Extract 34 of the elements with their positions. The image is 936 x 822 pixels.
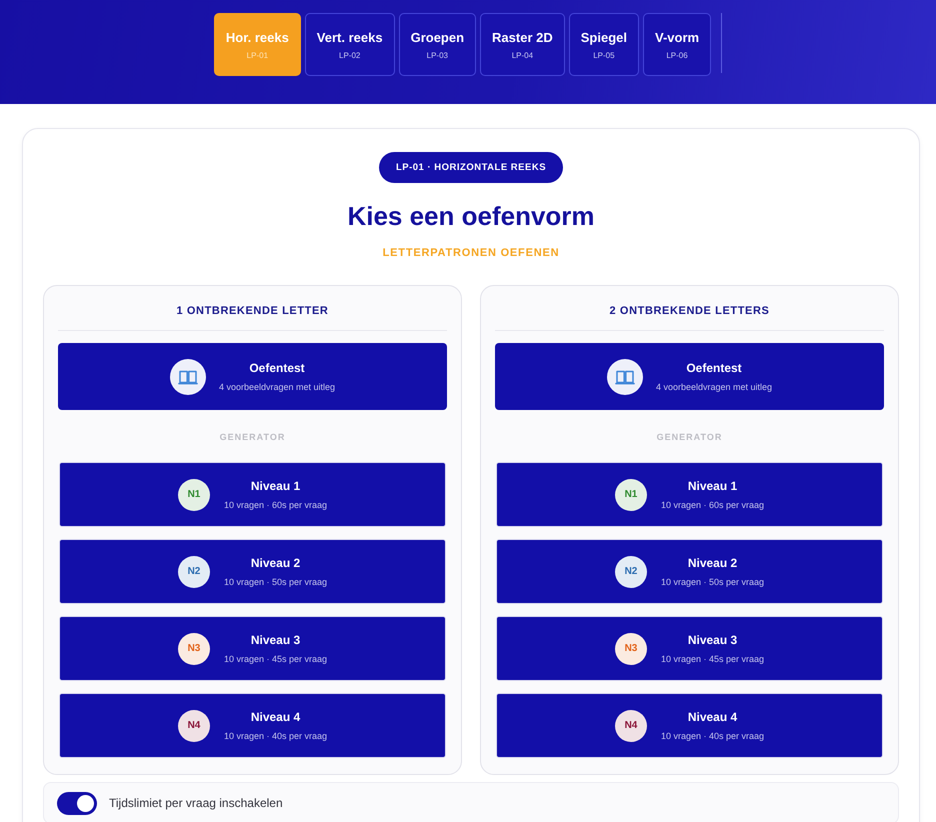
level-badge: N4 (178, 710, 210, 742)
tab[interactable]: Spiegel LP-05 (568, 13, 639, 76)
level-button[interactable]: N2 Niveau 2 10 vragen · 50s per vraag (59, 539, 446, 604)
tab[interactable]: Raster 2D LP-04 (480, 13, 565, 76)
practice-test-button[interactable]: Oefentest 4 voorbeeldvragen met uitleg (58, 343, 447, 410)
page-title: Kies een oefenvorm (347, 200, 595, 232)
level-badge: N1 (614, 478, 647, 510)
tab[interactable]: Groepen LP-03 (398, 13, 476, 76)
level-button[interactable]: N3 Niveau 3 10 vragen · 45s per vraag (59, 616, 446, 681)
level-button[interactable]: N3 Niveau 3 10 vragen · 45s per vraag (496, 616, 883, 681)
toggle-label: Tijdslimiet per vraag inschakelen (109, 796, 283, 810)
book-icon (606, 358, 643, 394)
level-badge: N4 (614, 710, 647, 742)
level-badge: N2 (614, 556, 647, 588)
level-badge: N3 (178, 632, 210, 664)
panel-heading: 1 ONTBREKENDE LETTER (176, 304, 328, 318)
level-button[interactable]: N4 Niveau 4 10 vragen · 40s per vraag (496, 693, 883, 758)
page-subtitle: LETTERPATRONEN OEFENEN (382, 246, 560, 260)
section-label: GENERATOR (656, 432, 722, 443)
practice-test-button[interactable]: Oefentest 4 voorbeeldvragen met uitleg (495, 343, 884, 410)
toggle-switch[interactable] (57, 792, 97, 814)
level-button[interactable]: N4 Niveau 4 10 vragen · 40s per vraag (59, 693, 446, 758)
level-badge: N3 (614, 632, 647, 664)
level-button[interactable]: N1 Niveau 1 10 vragen · 60s per vraag (496, 462, 883, 527)
level-button[interactable]: N1 Niveau 1 10 vragen · 60s per vraag (59, 462, 446, 527)
tab[interactable]: V-vorm LP-06 (643, 13, 712, 76)
section-badge: LP-01 · HORIZONTALE REEKS (378, 152, 564, 183)
level-badge: N1 (178, 478, 210, 510)
book-icon (170, 358, 206, 394)
level-badge: N2 (178, 556, 210, 588)
panel-heading: 2 ONTBREKENDE LETTERS (610, 304, 770, 318)
tab[interactable]: Vert. reeks LP-02 (304, 13, 395, 76)
section-label: GENERATOR (220, 432, 286, 443)
level-button[interactable]: N2 Niveau 2 10 vragen · 50s per vraag (496, 539, 883, 604)
